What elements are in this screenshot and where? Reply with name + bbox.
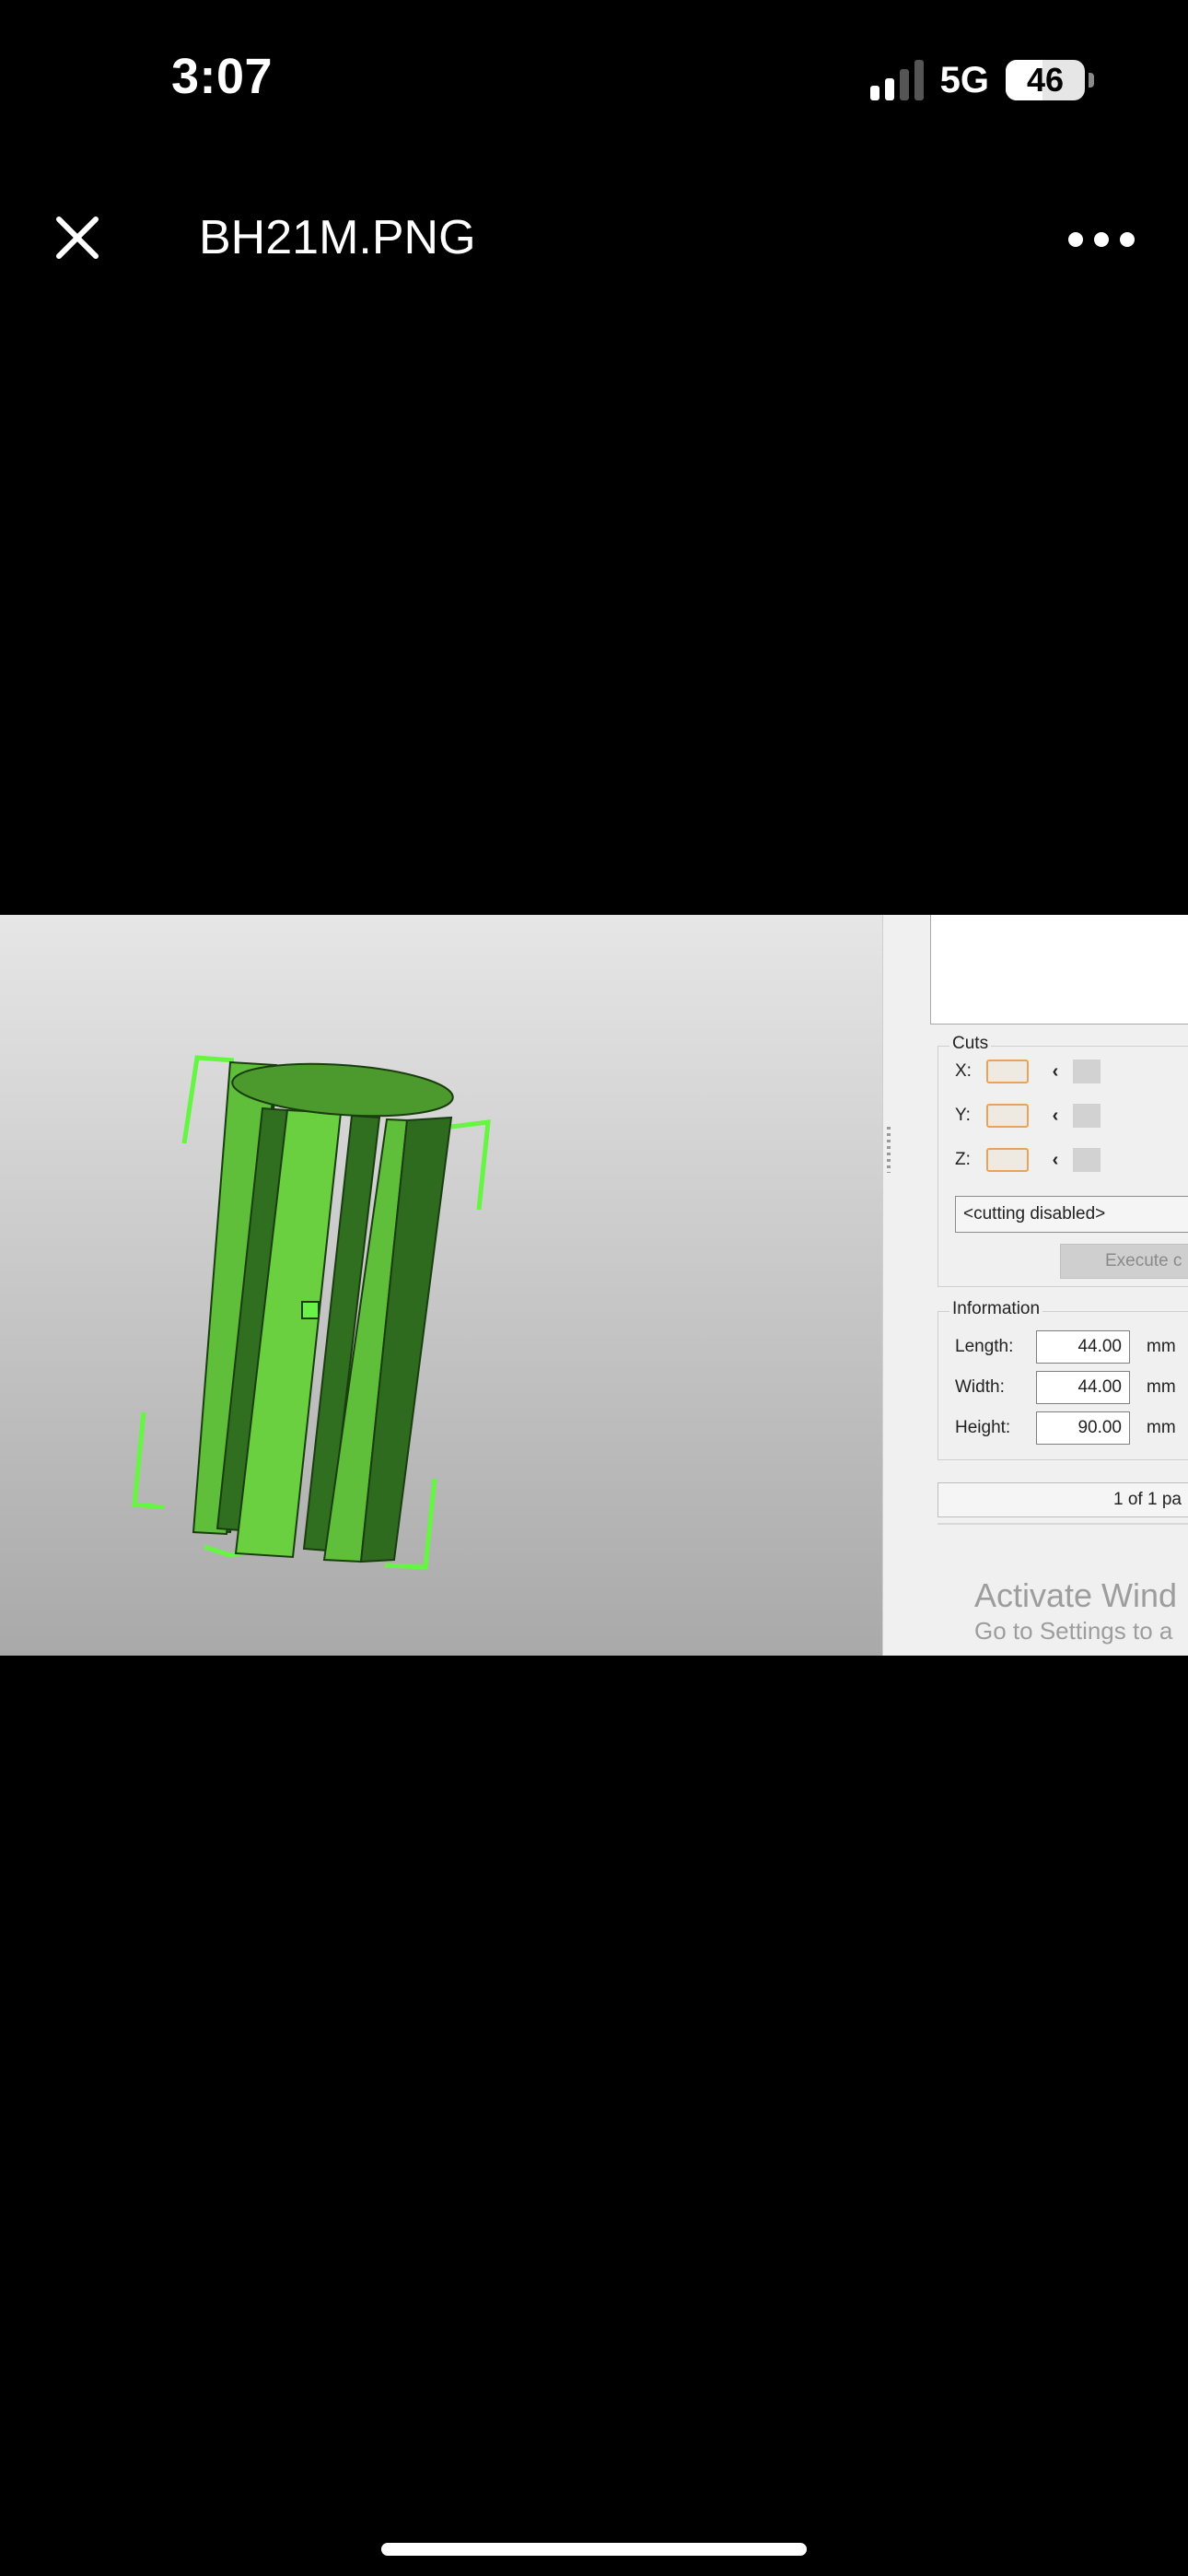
cut-row-y: Y: ‹ (955, 1104, 1101, 1128)
battery-level: 46 (1026, 61, 1065, 99)
execute-cut-button[interactable]: Execute c (1060, 1244, 1188, 1279)
cut-row-x: X: ‹ (955, 1060, 1101, 1083)
cut-z-label: Z: (955, 1150, 971, 1169)
close-icon (56, 217, 99, 259)
page-indicator: 1 of 1 pa (938, 1482, 1188, 1517)
home-indicator[interactable] (381, 2543, 807, 2556)
status-indicators: 5G 46 (869, 57, 1094, 103)
signal-icon (869, 60, 924, 100)
info-row-length: Length: 44.00 mm (955, 1330, 1176, 1364)
info-row-height: Height: 90.00 mm (955, 1411, 1176, 1445)
3d-viewport[interactable] (0, 915, 882, 1656)
preview-box (930, 915, 1188, 1025)
screenshot-image: Cuts X: ‹ Y: ‹ Z: ‹ <cutting disabled> E… (0, 915, 1188, 1656)
chevron-left-icon[interactable]: ‹ (1047, 1061, 1064, 1083)
network-type: 5G (939, 59, 989, 100)
cut-y-label: Y: (955, 1106, 971, 1125)
cut-y-field[interactable] (986, 1104, 1029, 1128)
cylinder-model (132, 1055, 491, 1570)
cut-z-field[interactable] (986, 1148, 1029, 1172)
info-row-width: Width: 44.00 mm (955, 1371, 1176, 1404)
file-title: BH21M.PNG (199, 211, 476, 264)
cut-row-z: Z: ‹ (955, 1148, 1101, 1172)
cut-x-label: X: (955, 1061, 972, 1081)
information-title: Information (949, 1299, 1043, 1319)
information-group: Information Length: 44.00 mm Width: 44.0… (938, 1299, 1188, 1460)
close-button[interactable] (48, 208, 107, 267)
more-icon (1068, 232, 1083, 247)
properties-panel: Cuts X: ‹ Y: ‹ Z: ‹ <cutting disabled> E… (895, 915, 1188, 1656)
cut-z-slider[interactable] (1073, 1148, 1101, 1172)
width-field[interactable]: 44.00 (1036, 1371, 1130, 1404)
activation-watermark-subtitle: Go to Settings to a (974, 1617, 1173, 1645)
cut-x-field[interactable] (986, 1060, 1029, 1083)
cut-x-slider[interactable] (1073, 1060, 1101, 1083)
chevron-left-icon[interactable]: ‹ (1047, 1106, 1064, 1127)
cutting-mode-select[interactable]: <cutting disabled> (955, 1196, 1188, 1233)
height-field[interactable]: 90.00 (1036, 1411, 1130, 1445)
more-button[interactable] (1068, 221, 1135, 258)
status-time: 3:07 (171, 49, 274, 104)
length-field[interactable]: 44.00 (1036, 1330, 1130, 1364)
chevron-left-icon[interactable]: ‹ (1047, 1150, 1064, 1171)
cuts-title: Cuts (949, 1034, 992, 1054)
cuts-group: Cuts X: ‹ Y: ‹ Z: ‹ <cutting disabled> E… (938, 1034, 1188, 1287)
activation-watermark-title: Activate Wind (974, 1576, 1178, 1614)
cut-y-slider[interactable] (1073, 1104, 1101, 1128)
battery-icon: 46 (1006, 60, 1094, 100)
